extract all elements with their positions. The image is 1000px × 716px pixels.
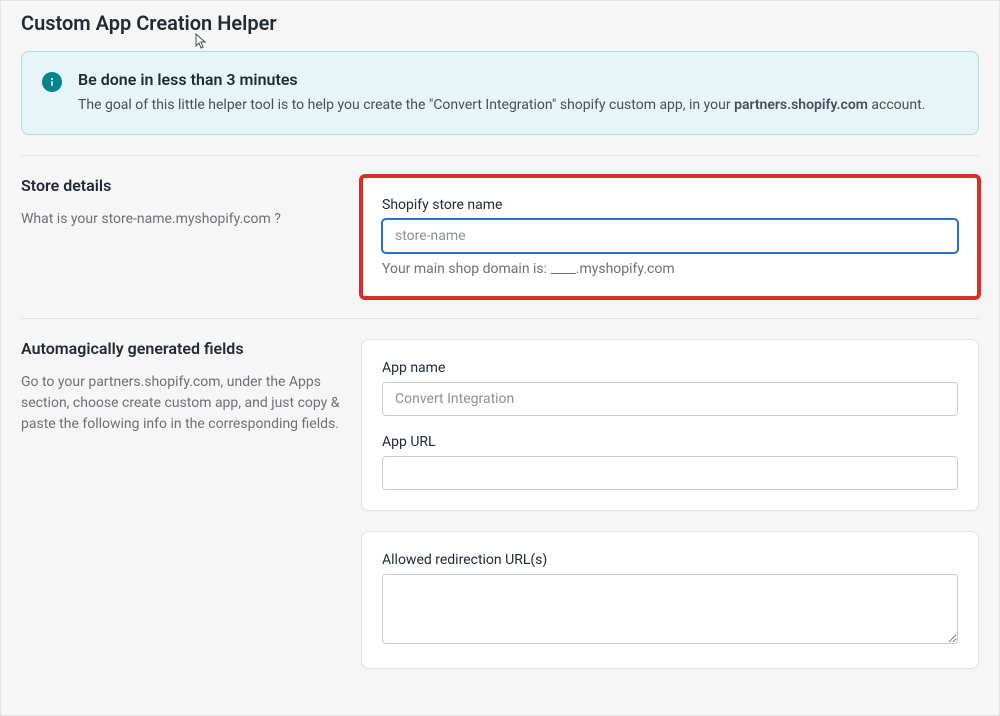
store-name-label: Shopify store name — [382, 197, 958, 213]
page-title: Custom App Creation Helper — [1, 1, 999, 43]
store-details-card: Shopify store name Your main shop domain… — [361, 176, 979, 298]
store-details-heading: Store details — [21, 176, 341, 195]
section-right: Shopify store name Your main shop domain… — [361, 176, 979, 298]
store-details-section: Store details What is your store-name.my… — [1, 156, 999, 318]
info-banner: Be done in less than 3 minutes The goal … — [21, 51, 979, 135]
redirect-textarea[interactable] — [382, 574, 958, 644]
banner-text-prefix: The goal of this little helper tool is t… — [78, 97, 734, 113]
banner-title: Be done in less than 3 minutes — [78, 70, 958, 89]
redirect-label: Allowed redirection URL(s) — [382, 552, 958, 568]
store-name-help: Your main shop domain is: ____.myshopify… — [382, 261, 958, 277]
page-container: Custom App Creation Helper Be done in le… — [0, 0, 1000, 716]
section-left: Store details What is your store-name.my… — [21, 176, 341, 298]
generated-heading: Automagically generated fields — [21, 339, 341, 358]
section-left: Automagically generated fields Go to you… — [21, 339, 341, 669]
section-right: App name App URL Allowed redirection URL… — [361, 339, 979, 669]
generated-fields-section: Automagically generated fields Go to you… — [1, 319, 999, 689]
store-details-description: What is your store-name.myshopify.com ? — [21, 209, 341, 230]
app-name-label: App name — [382, 360, 958, 376]
info-icon — [42, 72, 62, 92]
banner-text-suffix: account. — [868, 97, 925, 113]
banner-text-bold: partners.shopify.com — [734, 97, 868, 113]
store-name-input[interactable] — [382, 219, 958, 253]
app-url-label: App URL — [382, 434, 958, 450]
generated-description: Go to your partners.shopify.com, under t… — [21, 372, 341, 435]
redirect-card: Allowed redirection URL(s) — [361, 531, 979, 669]
banner-text: The goal of this little helper tool is t… — [78, 95, 958, 116]
app-url-input[interactable] — [382, 456, 958, 490]
app-name-input[interactable] — [382, 382, 958, 416]
app-url-field: App URL — [382, 434, 958, 490]
app-name-field: App name — [382, 360, 958, 416]
app-fields-card: App name App URL — [361, 339, 979, 511]
banner-content: Be done in less than 3 minutes The goal … — [78, 70, 958, 116]
